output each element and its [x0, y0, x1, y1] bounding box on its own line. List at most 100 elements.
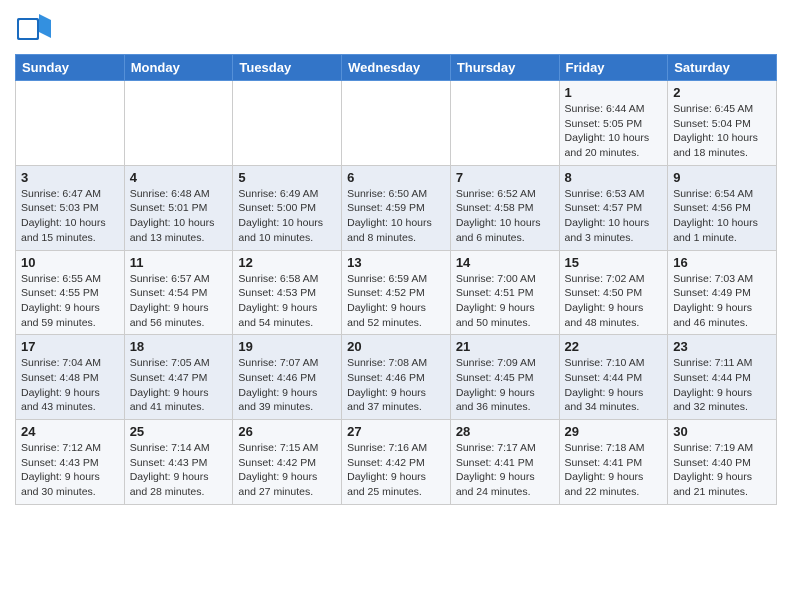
- page-header: [15, 10, 777, 46]
- day-info: Sunrise: 7:14 AM Sunset: 4:43 PM Dayligh…: [130, 441, 228, 500]
- weekday-header-wednesday: Wednesday: [342, 55, 451, 81]
- day-number: 23: [673, 339, 771, 354]
- day-info: Sunrise: 7:19 AM Sunset: 4:40 PM Dayligh…: [673, 441, 771, 500]
- day-number: 26: [238, 424, 336, 439]
- day-number: 5: [238, 170, 336, 185]
- day-info: Sunrise: 7:07 AM Sunset: 4:46 PM Dayligh…: [238, 356, 336, 415]
- day-number: 8: [565, 170, 663, 185]
- calendar-cell: 6 Sunrise: 6:50 AM Sunset: 4:59 PM Daylig…: [342, 165, 451, 250]
- day-info: Sunrise: 7:02 AM Sunset: 4:50 PM Dayligh…: [565, 272, 663, 331]
- day-info: Sunrise: 7:16 AM Sunset: 4:42 PM Dayligh…: [347, 441, 445, 500]
- calendar-cell: [450, 81, 559, 166]
- day-number: 18: [130, 339, 228, 354]
- weekday-header-friday: Friday: [559, 55, 668, 81]
- calendar-cell: 20 Sunrise: 7:08 AM Sunset: 4:46 PM Dayli…: [342, 335, 451, 420]
- weekday-header-sunday: Sunday: [16, 55, 125, 81]
- day-number: 2: [673, 85, 771, 100]
- day-info: Sunrise: 7:09 AM Sunset: 4:45 PM Dayligh…: [456, 356, 554, 415]
- day-info: Sunrise: 6:44 AM Sunset: 5:05 PM Dayligh…: [565, 102, 663, 161]
- day-info: Sunrise: 6:49 AM Sunset: 5:00 PM Dayligh…: [238, 187, 336, 246]
- day-number: 29: [565, 424, 663, 439]
- calendar-cell: 22 Sunrise: 7:10 AM Sunset: 4:44 PM Dayli…: [559, 335, 668, 420]
- calendar-cell: 16 Sunrise: 7:03 AM Sunset: 4:49 PM Dayli…: [668, 250, 777, 335]
- calendar-cell: 23 Sunrise: 7:11 AM Sunset: 4:44 PM Dayli…: [668, 335, 777, 420]
- calendar-cell: 14 Sunrise: 7:00 AM Sunset: 4:51 PM Dayli…: [450, 250, 559, 335]
- calendar-week-4: 17Sunrise: 7:04 AM Sunset: 4:48 PM Dayli…: [16, 335, 777, 420]
- day-info: Sunrise: 7:18 AM Sunset: 4:41 PM Dayligh…: [565, 441, 663, 500]
- day-number: 16: [673, 255, 771, 270]
- calendar-cell: 24 Sunrise: 7:12 AM Sunset: 4:43 PM Dayli…: [16, 420, 125, 505]
- day-info: Sunrise: 7:12 AM Sunset: 4:43 PM Dayligh…: [21, 441, 119, 500]
- weekday-header-thursday: Thursday: [450, 55, 559, 81]
- weekday-header-saturday: Saturday: [668, 55, 777, 81]
- day-number: 7: [456, 170, 554, 185]
- day-number: 19: [238, 339, 336, 354]
- day-number: 24: [21, 424, 119, 439]
- calendar-body: 1 Sunrise: 6:44 AM Sunset: 5:05 PM Daylig…: [16, 81, 777, 505]
- day-info: Sunrise: 6:59 AM Sunset: 4:52 PM Dayligh…: [347, 272, 445, 331]
- weekday-header-monday: Monday: [124, 55, 233, 81]
- day-info: Sunrise: 7:03 AM Sunset: 4:49 PM Dayligh…: [673, 272, 771, 331]
- calendar-week-3: 10 Sunrise: 6:55 AM Sunset: 4:55 PM Dayli…: [16, 250, 777, 335]
- calendar-cell: 9 Sunrise: 6:54 AM Sunset: 4:56 PM Daylig…: [668, 165, 777, 250]
- calendar-cell: 2 Sunrise: 6:45 AM Sunset: 5:04 PM Daylig…: [668, 81, 777, 166]
- day-number: 25: [130, 424, 228, 439]
- weekday-header-row: SundayMondayTuesdayWednesdayThursdayFrid…: [16, 55, 777, 81]
- day-number: 14: [456, 255, 554, 270]
- day-info: Sunrise: 6:47 AM Sunset: 5:03 PM Dayligh…: [21, 187, 119, 246]
- day-info: Sunrise: 7:11 AM Sunset: 4:44 PM Dayligh…: [673, 356, 771, 415]
- logo: [15, 10, 55, 46]
- day-info: Sunrise: 6:45 AM Sunset: 5:04 PM Dayligh…: [673, 102, 771, 161]
- day-number: 30: [673, 424, 771, 439]
- day-number: 10: [21, 255, 119, 270]
- calendar-cell: 10 Sunrise: 6:55 AM Sunset: 4:55 PM Dayli…: [16, 250, 125, 335]
- calendar-cell: 28Sunrise: 7:17 AM Sunset: 4:41 PM Dayli…: [450, 420, 559, 505]
- weekday-header-tuesday: Tuesday: [233, 55, 342, 81]
- day-number: 27: [347, 424, 445, 439]
- day-info: Sunrise: 6:48 AM Sunset: 5:01 PM Dayligh…: [130, 187, 228, 246]
- calendar-cell: 21Sunrise: 7:09 AM Sunset: 4:45 PM Dayli…: [450, 335, 559, 420]
- calendar-cell: 5 Sunrise: 6:49 AM Sunset: 5:00 PM Daylig…: [233, 165, 342, 250]
- calendar-cell: 1 Sunrise: 6:44 AM Sunset: 5:05 PM Daylig…: [559, 81, 668, 166]
- calendar-cell: 7 Sunrise: 6:52 AM Sunset: 4:58 PM Daylig…: [450, 165, 559, 250]
- calendar-cell: [16, 81, 125, 166]
- day-number: 15: [565, 255, 663, 270]
- calendar-cell: 25 Sunrise: 7:14 AM Sunset: 4:43 PM Dayli…: [124, 420, 233, 505]
- day-number: 12: [238, 255, 336, 270]
- day-info: Sunrise: 6:54 AM Sunset: 4:56 PM Dayligh…: [673, 187, 771, 246]
- calendar-cell: [342, 81, 451, 166]
- day-number: 1: [565, 85, 663, 100]
- calendar-cell: 30 Sunrise: 7:19 AM Sunset: 4:40 PM Dayli…: [668, 420, 777, 505]
- calendar-cell: [233, 81, 342, 166]
- day-number: 3: [21, 170, 119, 185]
- calendar-cell: 18 Sunrise: 7:05 AM Sunset: 4:47 PM Dayli…: [124, 335, 233, 420]
- day-info: Sunrise: 7:05 AM Sunset: 4:47 PM Dayligh…: [130, 356, 228, 415]
- calendar-table: SundayMondayTuesdayWednesdayThursdayFrid…: [15, 54, 777, 505]
- day-number: 6: [347, 170, 445, 185]
- day-info: Sunrise: 7:04 AM Sunset: 4:48 PM Dayligh…: [21, 356, 119, 415]
- day-info: Sunrise: 6:52 AM Sunset: 4:58 PM Dayligh…: [456, 187, 554, 246]
- calendar-cell: 8Sunrise: 6:53 AM Sunset: 4:57 PM Daylig…: [559, 165, 668, 250]
- day-info: Sunrise: 6:55 AM Sunset: 4:55 PM Dayligh…: [21, 272, 119, 331]
- day-info: Sunrise: 7:08 AM Sunset: 4:46 PM Dayligh…: [347, 356, 445, 415]
- day-number: 9: [673, 170, 771, 185]
- calendar-cell: 26 Sunrise: 7:15 AM Sunset: 4:42 PM Dayli…: [233, 420, 342, 505]
- day-info: Sunrise: 6:57 AM Sunset: 4:54 PM Dayligh…: [130, 272, 228, 331]
- calendar-week-5: 24 Sunrise: 7:12 AM Sunset: 4:43 PM Dayli…: [16, 420, 777, 505]
- day-number: 22: [565, 339, 663, 354]
- day-number: 4: [130, 170, 228, 185]
- calendar-cell: 13Sunrise: 6:59 AM Sunset: 4:52 PM Dayli…: [342, 250, 451, 335]
- day-number: 28: [456, 424, 554, 439]
- calendar-week-2: 3 Sunrise: 6:47 AM Sunset: 5:03 PM Daylig…: [16, 165, 777, 250]
- day-info: Sunrise: 7:00 AM Sunset: 4:51 PM Dayligh…: [456, 272, 554, 331]
- day-info: Sunrise: 7:15 AM Sunset: 4:42 PM Dayligh…: [238, 441, 336, 500]
- calendar-cell: 27 Sunrise: 7:16 AM Sunset: 4:42 PM Dayli…: [342, 420, 451, 505]
- day-number: 20: [347, 339, 445, 354]
- day-info: Sunrise: 6:50 AM Sunset: 4:59 PM Dayligh…: [347, 187, 445, 246]
- day-info: Sunrise: 7:10 AM Sunset: 4:44 PM Dayligh…: [565, 356, 663, 415]
- day-info: Sunrise: 6:58 AM Sunset: 4:53 PM Dayligh…: [238, 272, 336, 331]
- calendar-header: SundayMondayTuesdayWednesdayThursdayFrid…: [16, 55, 777, 81]
- calendar-cell: 4 Sunrise: 6:48 AM Sunset: 5:01 PM Daylig…: [124, 165, 233, 250]
- calendar-cell: 29 Sunrise: 7:18 AM Sunset: 4:41 PM Dayli…: [559, 420, 668, 505]
- day-number: 11: [130, 255, 228, 270]
